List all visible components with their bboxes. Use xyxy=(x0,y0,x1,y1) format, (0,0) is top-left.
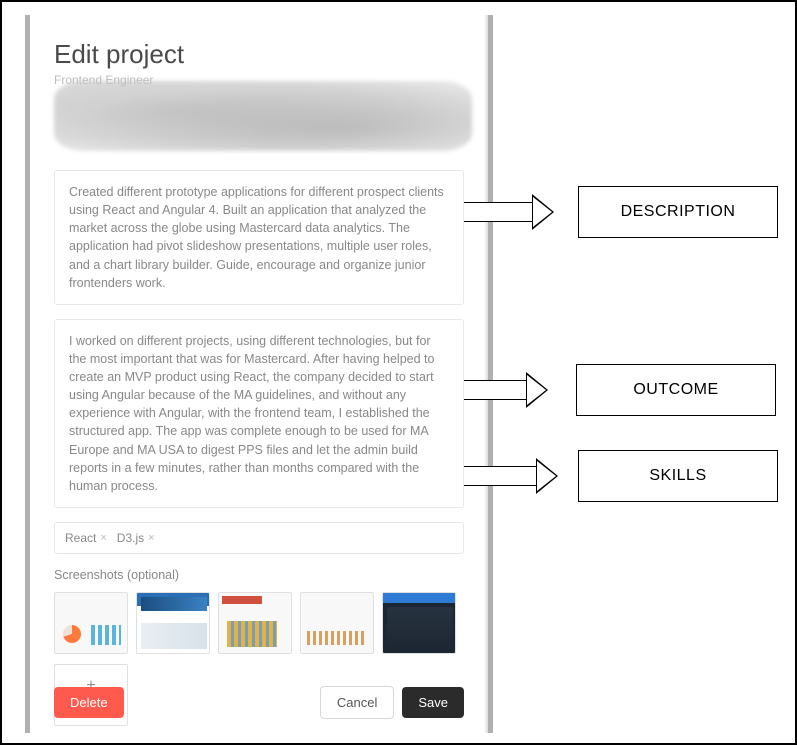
callout-description: DESCRIPTION xyxy=(422,186,778,238)
skills-input[interactable]: React × D3.js × xyxy=(54,522,464,554)
screenshot-thumbnails xyxy=(54,592,464,654)
callout-label: OUTCOME xyxy=(576,364,776,416)
screenshot-thumb[interactable] xyxy=(218,592,292,654)
redacted-area xyxy=(54,81,472,151)
skill-tag-label: React xyxy=(65,531,96,545)
arrow-head-icon xyxy=(526,372,548,408)
callout-outcome: OUTCOME xyxy=(442,364,776,416)
outcome-field[interactable]: I worked on different projects, using di… xyxy=(54,319,464,508)
screenshot-thumb[interactable] xyxy=(136,592,210,654)
arrow-head-icon xyxy=(536,458,558,494)
page-title: Edit project xyxy=(54,39,464,70)
remove-skill-icon[interactable]: × xyxy=(148,532,154,544)
callout-skills: SKILLS xyxy=(440,450,778,502)
edit-project-panel: Edit project Frontend Engineer Created d… xyxy=(30,15,488,733)
screenshot-thumb[interactable] xyxy=(300,592,374,654)
screenshot-thumb[interactable] xyxy=(382,592,456,654)
cancel-button[interactable]: Cancel xyxy=(320,686,394,719)
delete-button[interactable]: Delete xyxy=(54,687,124,718)
callout-label: DESCRIPTION xyxy=(578,186,778,238)
save-button[interactable]: Save xyxy=(402,687,464,718)
description-field[interactable]: Created different prototype applications… xyxy=(54,170,464,305)
subtitle-text: Frontend Engineer xyxy=(54,73,153,87)
screenshot-thumb[interactable] xyxy=(54,592,128,654)
action-bar: Delete Cancel Save xyxy=(30,686,488,719)
skill-tag[interactable]: React × xyxy=(65,531,107,545)
callout-label: SKILLS xyxy=(578,450,778,502)
modal-backdrop: Edit project Frontend Engineer Created d… xyxy=(25,15,493,733)
skill-tag[interactable]: D3.js × xyxy=(117,531,155,545)
arrow-head-icon xyxy=(532,194,554,230)
remove-skill-icon[interactable]: × xyxy=(100,532,106,544)
skill-tag-label: D3.js xyxy=(117,531,144,545)
screenshots-label: Screenshots (optional) xyxy=(54,568,464,582)
